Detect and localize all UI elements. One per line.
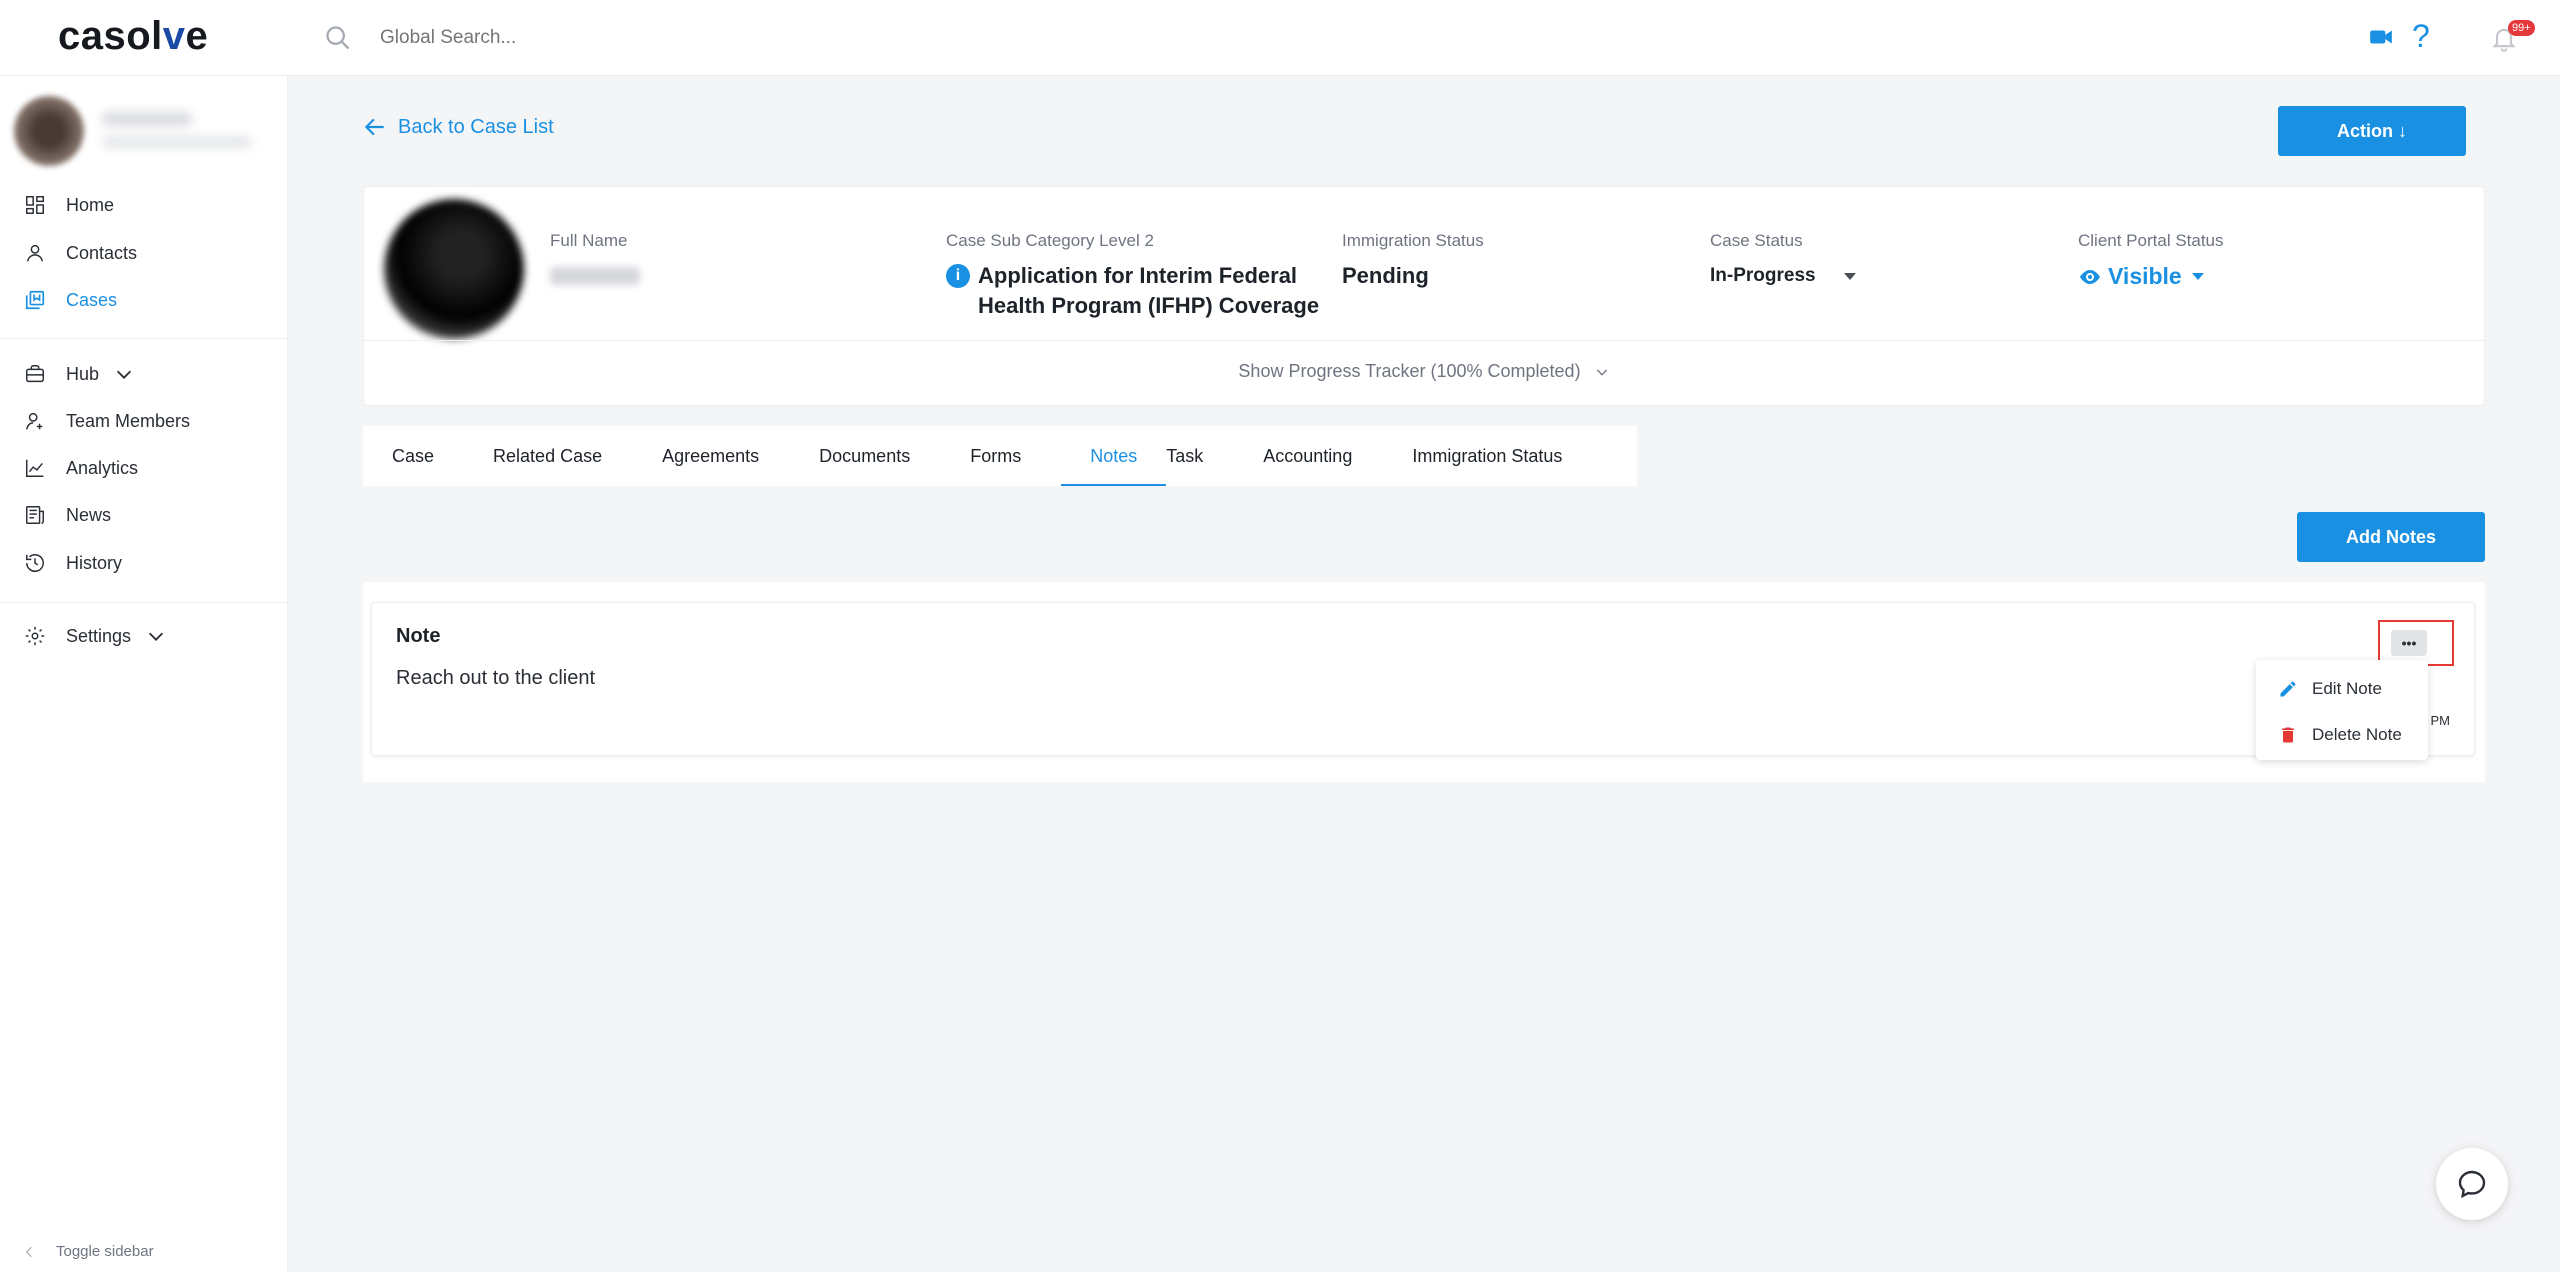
eye-icon [2080,269,2100,284]
sidebar-item-history[interactable]: History [0,543,288,583]
help-icon[interactable]: ? [2412,18,2430,55]
full-name-field: Full Name [550,231,640,285]
sidebar: Home Contacts Cases Hub Team Members Ana… [0,76,288,1272]
casolve-logo[interactable]: casolve [58,14,208,59]
chevron-down-icon [148,632,164,641]
action-button[interactable]: Action ↓ [2278,106,2466,156]
show-progress-tracker-toggle[interactable]: Show Progress Tracker (100% Completed) [364,361,2484,382]
cases-icon [25,290,45,310]
tab-case[interactable]: Case [392,426,434,486]
sidebar-item-analytics[interactable]: Analytics [0,448,288,488]
notification-badge: 99+ [2508,20,2535,36]
tab-immigration-status[interactable]: Immigration Status [1412,426,1562,486]
chat-bubble-icon [2458,1170,2486,1199]
case-summary-card: Full Name Case Sub Category Level 2 i Ap… [363,186,2485,406]
note-options-menu: Edit Note Delete Note [2256,660,2428,760]
full-name-redacted [550,267,640,285]
client-portal-status-select[interactable]: Visible [2078,263,2224,290]
sidebar-item-settings[interactable]: Settings [0,616,288,656]
note-body: Reach out to the client [396,667,596,689]
back-to-case-list-link[interactable]: Back to Case List [362,114,554,140]
sidebar-divider [0,602,288,603]
immigration-status-field: Immigration Status Pending [1342,231,1484,288]
gear-icon [25,626,45,646]
arrow-left-icon [364,118,384,136]
sidebar-item-cases[interactable]: Cases [0,280,288,320]
user-profile[interactable] [14,90,258,170]
delete-note-menu-item[interactable]: Delete Note [2256,712,2428,758]
tab-task[interactable]: Task [1166,426,1203,486]
notes-panel: Note Reach out to the client Created by:… [363,582,2485,782]
tab-documents[interactable]: Documents [819,426,910,486]
sidebar-item-hub[interactable]: Hub [0,354,288,394]
edit-note-menu-item[interactable]: Edit Note [2256,666,2428,712]
sidebar-item-contacts[interactable]: Contacts [0,233,288,273]
trash-icon [2282,727,2294,743]
briefcase-icon [26,365,44,383]
home-grid-icon [26,196,44,214]
tab-forms[interactable]: Forms [970,426,1021,486]
sidebar-item-team-members[interactable]: Team Members [0,401,288,441]
profile-name-redacted [102,112,192,126]
chevron-down-icon [116,370,132,379]
add-notes-button[interactable]: Add Notes [2297,512,2485,562]
history-icon [26,554,44,572]
tab-accounting[interactable]: Accounting [1263,426,1352,486]
client-portal-status-field: Client Portal Status Visible [2078,231,2224,290]
chevron-down-icon [1596,369,1607,376]
profile-email-redacted [102,136,252,148]
note-more-options-button[interactable]: ••• [2391,630,2427,656]
user-icon [26,244,44,262]
caret-down-icon [1843,272,1856,280]
video-camera-icon[interactable] [2368,24,2394,50]
case-tabs: Case Related Case Agreements Documents F… [363,426,1637,486]
sidebar-divider [0,338,288,339]
note-title: Note [396,625,441,647]
top-bar: casolve ? 99+ [0,0,2560,76]
search-icon [326,26,350,50]
card-divider [364,340,2484,341]
avatar [14,96,84,166]
sidebar-item-news[interactable]: News [0,495,288,535]
team-icon [26,412,43,430]
caret-down-icon [2191,273,2204,280]
subcategory-field: Case Sub Category Level 2 i Application … [946,231,1320,318]
news-icon [26,506,44,524]
chevron-left-icon [25,1246,32,1257]
sidebar-item-home[interactable]: Home [0,185,288,225]
chat-support-button[interactable] [2436,1148,2508,1220]
case-status-select[interactable]: In-Progress [1710,265,1856,287]
chart-icon [26,459,44,477]
case-status-field: Case Status In-Progress [1710,231,1856,287]
note-card: Note Reach out to the client Created by:… [371,602,2475,756]
tab-notes[interactable]: Notes [1061,426,1167,486]
global-search-input[interactable] [380,22,900,54]
info-icon[interactable]: i [946,264,970,288]
tab-agreements[interactable]: Agreements [662,426,759,486]
pencil-icon [2280,681,2296,697]
toggle-sidebar-button[interactable]: Toggle sidebar [22,1243,154,1260]
tab-related-case[interactable]: Related Case [493,426,602,486]
client-avatar [384,199,524,339]
